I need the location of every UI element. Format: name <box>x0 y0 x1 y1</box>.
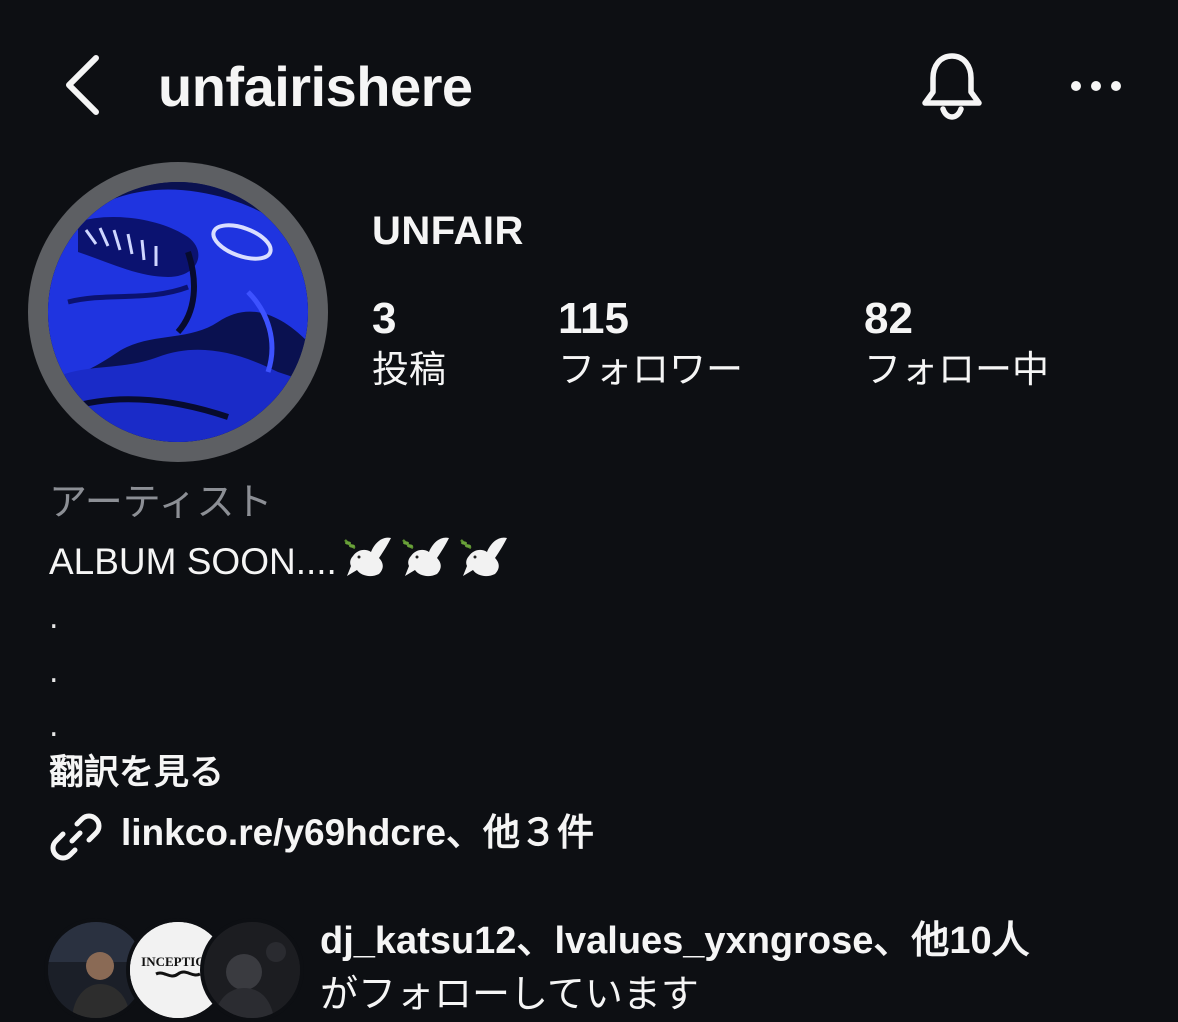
following-count[interactable]: 82 フォロー中 <box>864 292 1049 394</box>
chevron-left-icon <box>66 55 99 115</box>
see-translation-link[interactable]: 翻訳を見る <box>49 748 224 798</box>
dove-icon <box>339 532 395 595</box>
mutual-follower-avatar[interactable] <box>200 918 304 1022</box>
avatar-artwork <box>48 182 308 442</box>
following-count-label: フォロー中 <box>864 348 1049 391</box>
followers-count[interactable]: 115 フォロワー <box>558 292 743 394</box>
followed-by-names: dj_katsu12、lvalues_yxngrose、他10人 <box>320 920 1030 962</box>
bio-link-text: linkco.re/y69hdcre、他３件 <box>121 812 594 853</box>
link-icon <box>50 813 102 861</box>
dove-icon <box>397 532 453 595</box>
profile-avatar[interactable] <box>48 182 308 442</box>
notification-bell-button[interactable] <box>914 48 990 124</box>
posts-count-value: 3 <box>372 294 397 343</box>
following-count-value: 82 <box>864 294 913 343</box>
profile-category: アーティスト <box>49 480 273 524</box>
bio-dot-line: . <box>49 655 59 690</box>
followers-count-label: フォロワー <box>558 348 743 391</box>
posts-count-label: 投稿 <box>372 348 446 391</box>
back-button[interactable] <box>56 50 116 120</box>
followers-count-value: 115 <box>558 294 629 343</box>
mutual-avatar-photo <box>204 922 300 1018</box>
bio-dot-line: . <box>49 601 59 636</box>
posts-count[interactable]: 3 投稿 <box>372 292 446 394</box>
bell-icon <box>922 53 982 120</box>
profile-username: unfairishere <box>158 55 473 118</box>
dove-icon <box>455 532 511 595</box>
followed-by-suffix: がフォローしています <box>320 974 699 1016</box>
display-name: UNFAIR <box>372 209 524 253</box>
bio-text-content: ALBUM SOON.... <box>49 541 337 582</box>
bio-text: ALBUM SOON.... <box>49 532 511 595</box>
more-horizontal-icon <box>1071 81 1121 91</box>
followed-by-text[interactable]: dj_katsu12、lvalues_yxngrose、他10人 がフォローして… <box>320 914 1170 1022</box>
bio-dot-line: . <box>49 709 59 744</box>
more-options-button[interactable] <box>1064 66 1128 106</box>
